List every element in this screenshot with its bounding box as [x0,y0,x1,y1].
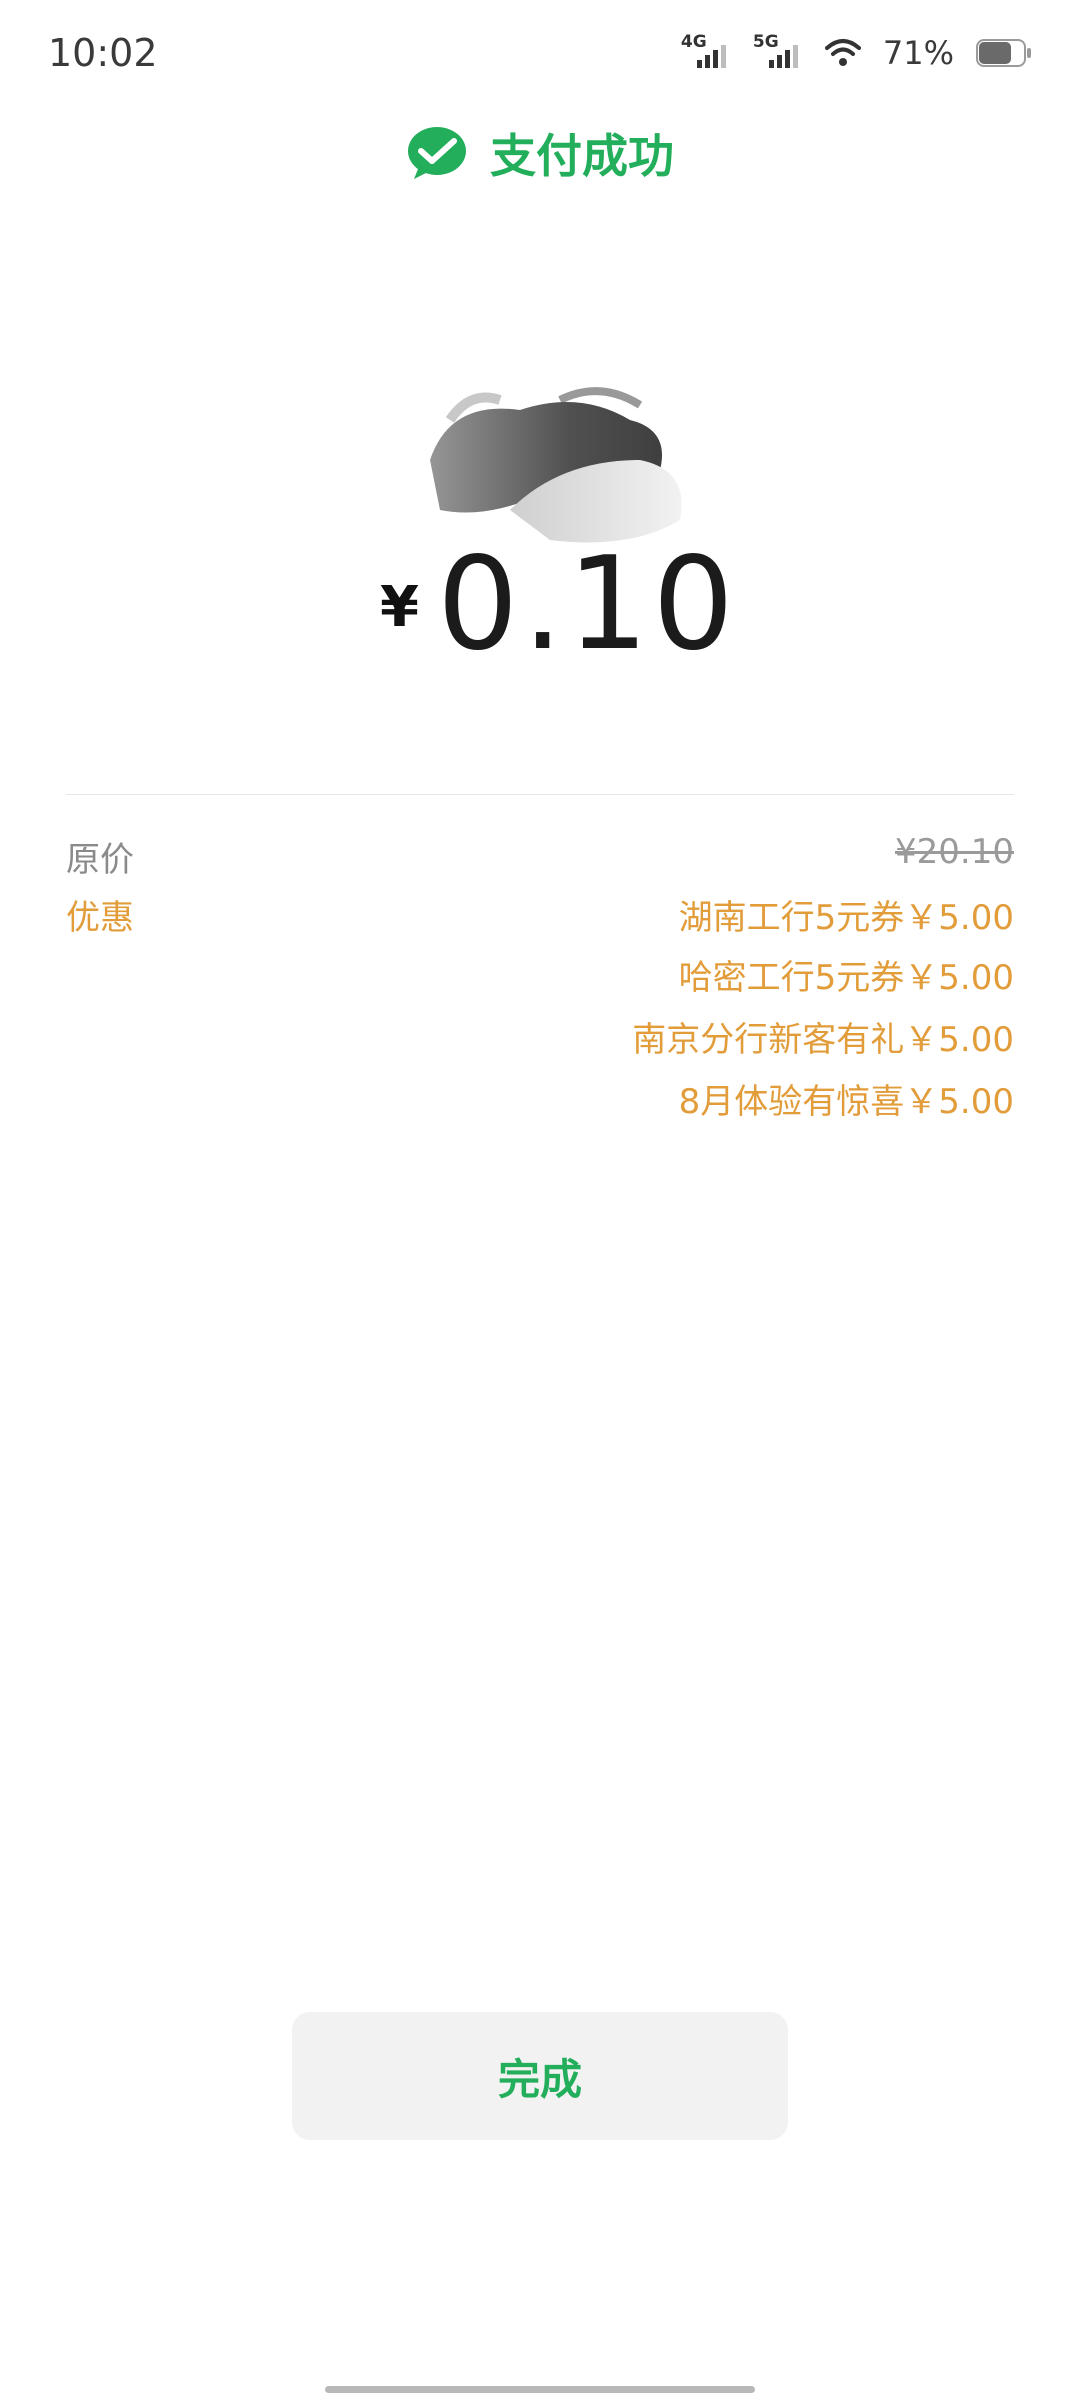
status-icons: 4G 5G 71% [681,24,1032,82]
signal-5g-icon: 5G [753,33,803,73]
battery-percent: 71% [882,34,954,72]
amount-currency: ¥ [380,575,419,640]
wifi-icon [824,39,861,66]
home-indicator[interactable] [325,2386,755,2393]
battery-icon [976,39,1031,67]
payment-success-title: 支付成功 [490,129,674,183]
divider [66,794,1014,795]
signal-4g-icon: 4G [681,33,731,73]
original-price-value: ¥20.10 [895,832,1014,872]
status-time: 10:02 [48,31,158,75]
paid-amount: ¥ 0.10 [380,530,738,680]
discount-label: 优惠 [66,898,134,938]
discount-item: 湖南工行5元券￥5.00 [678,898,1014,938]
discount-item: 哈密工行5元券￥5.00 [678,958,1014,998]
wechat-pay-icon [408,127,466,179]
original-price-label: 原价 [66,840,134,880]
discount-item: 南京分行新客有礼￥5.00 [632,1020,1014,1060]
discount-item: 8月体验有惊喜￥5.00 [678,1082,1014,1122]
payment-header: 支付成功 [0,118,1080,188]
amount-value: 0.10 [436,530,738,679]
done-button[interactable]: 完成 [292,2012,788,2140]
